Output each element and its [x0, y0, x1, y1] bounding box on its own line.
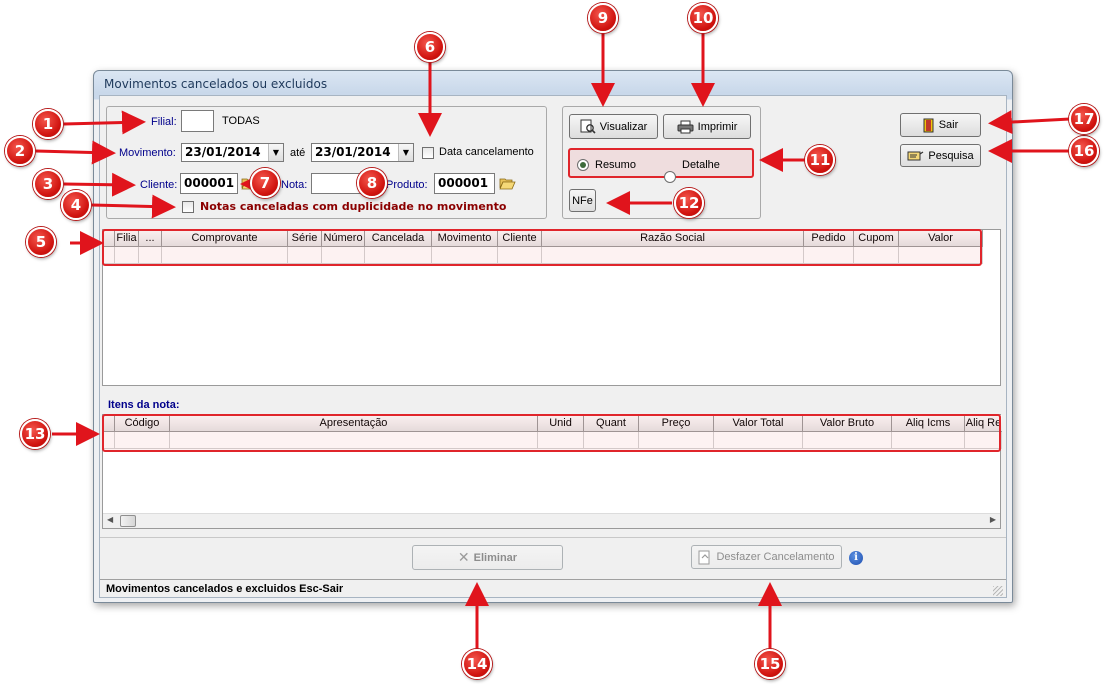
date-from-value: 23/01/2014 [185, 145, 261, 159]
items-grid-highlight [102, 414, 1001, 452]
filial-description: TODAS [222, 115, 260, 127]
data-cancelamento-checkbox[interactable] [422, 147, 434, 159]
folder-open-icon[interactable] [499, 176, 516, 190]
search-hand-icon [907, 149, 924, 162]
pesquisa-button[interactable]: Pesquisa [900, 144, 981, 167]
window-title: Movimentos cancelados ou excluidos [104, 77, 328, 91]
callout-4: 4 [61, 190, 91, 220]
callout-1: 1 [33, 109, 63, 139]
duplicidade-label[interactable]: Notas canceladas com duplicidade no movi… [200, 200, 506, 213]
pesquisa-label: Pesquisa [928, 149, 974, 162]
scroll-left-arrow-icon[interactable]: ◀ [107, 515, 113, 524]
chevron-down-icon[interactable]: ▼ [398, 144, 413, 161]
callout-2: 2 [5, 136, 35, 166]
callout-8: 8 [357, 168, 387, 198]
callout-6: 6 [415, 32, 445, 62]
callout-3: 3 [33, 169, 63, 199]
callout-7: 7 [250, 168, 280, 198]
filial-label: Filial: [151, 116, 177, 128]
items-section-title: Itens da nota: [108, 399, 180, 411]
callout-12: 12 [674, 188, 704, 218]
callout-10: 10 [688, 3, 718, 33]
desfazer-label: Desfazer Cancelamento [716, 551, 835, 563]
callout-17: 17 [1069, 104, 1099, 134]
resize-grip-icon[interactable] [993, 586, 1003, 596]
callout-14: 14 [462, 649, 492, 679]
callout-9: 9 [588, 3, 618, 33]
nfe-button[interactable]: NFe [569, 189, 596, 212]
scrollbar-thumb[interactable] [120, 515, 136, 527]
bottom-divider [100, 537, 1006, 538]
resumo-radio[interactable] [577, 159, 589, 171]
undo-document-icon [698, 550, 712, 565]
x-icon: ✕ [457, 549, 470, 565]
printer-icon [677, 120, 694, 134]
chevron-down-icon[interactable]: ▼ [268, 144, 283, 161]
movements-grid-highlight [102, 229, 982, 266]
preview-icon [580, 119, 596, 134]
date-from-combo[interactable]: 23/01/2014 ▼ [181, 143, 284, 162]
exit-door-icon [923, 118, 935, 133]
filial-input[interactable] [181, 110, 214, 132]
imprimir-button[interactable]: Imprimir [663, 114, 751, 139]
produto-input[interactable]: 000001 [434, 173, 495, 194]
desfazer-cancelamento-button[interactable]: Desfazer Cancelamento [691, 545, 842, 569]
status-bar: Movimentos cancelados e excluidos Esc-Sa… [100, 579, 1006, 597]
callout-5: 5 [26, 227, 56, 257]
cliente-input[interactable]: 000001 [180, 173, 238, 194]
sair-button[interactable]: Sair [900, 113, 981, 137]
produto-label: Produto: [386, 179, 428, 191]
detalhe-label[interactable]: Detalhe [682, 159, 720, 171]
sair-label: Sair [938, 119, 959, 131]
callout-13: 13 [20, 419, 50, 449]
horizontal-scrollbar[interactable]: ◀ ▶ [103, 513, 1000, 528]
ate-label: até [290, 147, 306, 159]
date-to-value: 23/01/2014 [315, 145, 391, 159]
info-icon[interactable]: i [849, 551, 863, 565]
resumo-label[interactable]: Resumo [595, 159, 636, 171]
date-to-combo[interactable]: 23/01/2014 ▼ [311, 143, 414, 162]
visualizar-label: Visualizar [599, 120, 648, 133]
callout-11: 11 [805, 145, 835, 175]
nota-label: Nota: [281, 179, 308, 191]
detalhe-radio[interactable] [664, 171, 676, 183]
eliminar-button[interactable]: ✕ Eliminar [412, 545, 563, 570]
visualizar-button[interactable]: Visualizar [569, 114, 658, 139]
duplicidade-checkbox[interactable] [182, 201, 194, 213]
scroll-right-arrow-icon[interactable]: ▶ [990, 515, 996, 524]
movimento-label: Movimento: [119, 147, 176, 159]
callout-16: 16 [1069, 136, 1099, 166]
cliente-label: Cliente: [140, 179, 178, 191]
callout-15: 15 [755, 649, 785, 679]
data-cancelamento-label[interactable]: Data cancelamento [439, 146, 534, 158]
eliminar-label: Eliminar [473, 551, 518, 564]
imprimir-label: Imprimir [697, 120, 738, 133]
